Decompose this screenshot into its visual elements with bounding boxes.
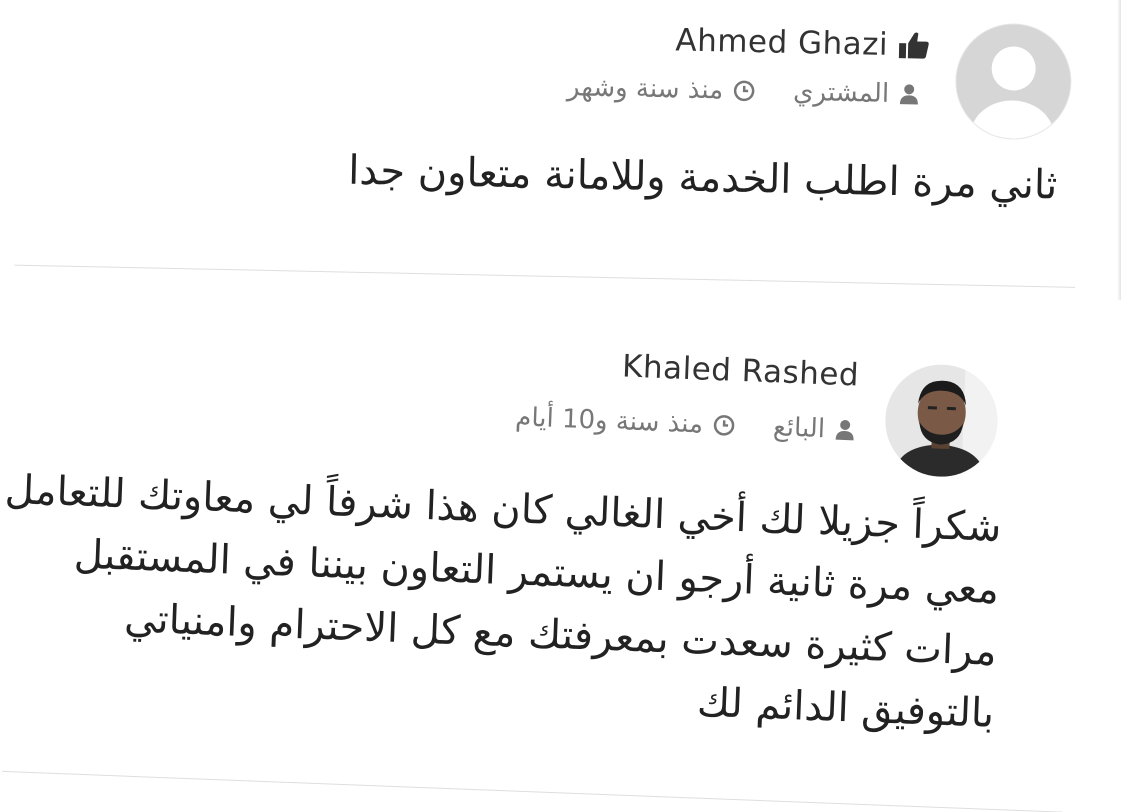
review-meta: البائع منذ سنة و10 أيام: [515, 402, 856, 445]
time-item: منذ سنة وشهر: [567, 72, 756, 106]
role-item: البائع: [772, 412, 855, 445]
review-card: Khaled Rashed البائع منذ سنة و10 أيام شك…: [0, 298, 1121, 812]
reviewer-header: Ahmed Ghazi: [675, 22, 930, 63]
reviews-page: Ahmed Ghazi المشتري منذ سنة وشهر ثاني مر…: [0, 0, 1121, 812]
clock-icon: [733, 80, 755, 102]
review-time: منذ سنة وشهر: [566, 72, 724, 106]
reviewer-role: البائع: [772, 412, 826, 445]
review-divider: [2, 770, 1063, 812]
avatar[interactable]: [883, 362, 1000, 479]
avatar[interactable]: [954, 22, 1073, 141]
review-meta: المشتري منذ سنة وشهر: [567, 72, 920, 109]
review-time: منذ سنة و10 أيام: [514, 402, 704, 440]
reviewer-role: المشتري: [792, 76, 890, 109]
user-icon: [899, 84, 918, 105]
reviewer-header: Khaled Rashed: [621, 348, 859, 393]
review-divider: [14, 264, 1076, 288]
reviewer-name[interactable]: Ahmed Ghazi: [675, 22, 888, 62]
clock-icon: [713, 415, 735, 436]
reviewer-name[interactable]: Khaled Rashed: [621, 348, 859, 393]
thumbs-up-icon: [898, 32, 929, 59]
time-item: منذ سنة و10 أيام: [515, 402, 736, 440]
user-icon: [835, 420, 854, 441]
default-avatar-icon: [955, 23, 1072, 141]
review-card: Ahmed Ghazi المشتري منذ سنة وشهر ثاني مر…: [0, 0, 1121, 312]
reviewer-photo-icon: [883, 362, 1000, 479]
role-item: المشتري: [793, 77, 920, 110]
review-comment: ثاني مرة اطلب الخدمة وللامانة متعاون جدا: [347, 147, 1058, 209]
review-comment: شكراً جزيلا لك أخي الغالي كان هذا شرفاً …: [4, 460, 1003, 745]
